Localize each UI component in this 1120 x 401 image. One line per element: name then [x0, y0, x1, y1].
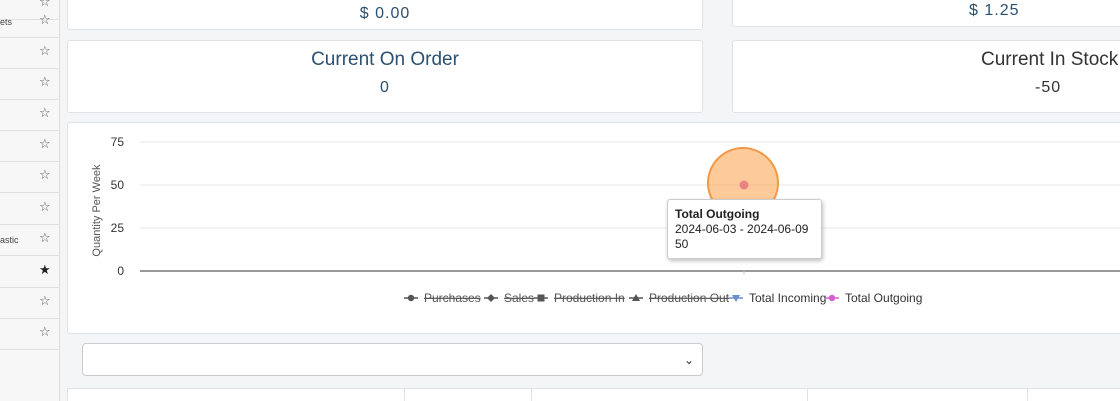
top-left-card: $ 0.00 — [67, 0, 703, 30]
y-tick-label: 25 — [111, 221, 125, 235]
sidebar-item-label: ets — [0, 17, 13, 27]
star-icon[interactable]: ☆ — [39, 45, 51, 58]
top-left-value: $ 0.00 — [359, 5, 411, 22]
y-tick-label: 50 — [111, 178, 125, 192]
tooltip-date-range: 2024-06-03 - 2024-06-09 — [675, 222, 809, 236]
star-icon[interactable]: ☆ — [39, 295, 51, 308]
legend-item-production-out[interactable]: Production Out — [649, 291, 730, 305]
star-icon[interactable]: ☆ — [39, 107, 51, 120]
column-divider — [404, 389, 405, 401]
data-table-header — [67, 388, 1120, 401]
tooltip-series-name: Total Outgoing — [675, 207, 760, 221]
on-order-title: Current On Order — [311, 49, 459, 70]
star-icon[interactable]: ☆ — [39, 14, 51, 27]
star-icon[interactable]: ☆ — [39, 232, 51, 245]
legend-item-total-incoming[interactable]: Total Incoming — [749, 291, 826, 305]
star-icon[interactable]: ☆ — [39, 169, 51, 182]
top-right-value: $ 1.25 — [969, 2, 1020, 19]
period-select[interactable]: ⌄ — [82, 343, 703, 376]
quantity-chart: 0 25 50 75 Quantity Per Week Purchases Sales Pr… — [91, 135, 1120, 305]
y-tick-label: 0 — [117, 264, 124, 278]
star-icon[interactable]: ☆ — [39, 138, 51, 151]
top-right-card: $ 1.25 — [732, 0, 1120, 27]
chart-tooltip: Total Outgoing 2024-06-03 - 2024-06-09 5… — [667, 199, 822, 259]
sidebar-item[interactable]: ets ☆ — [0, 7, 60, 38]
y-axis-label: Quantity Per Week — [91, 164, 103, 257]
quantity-chart-card: 0 25 50 75 Quantity Per Week Purchases Sales Pr… — [67, 122, 1120, 334]
y-tick-label: 75 — [111, 135, 125, 149]
sidebar-item[interactable]: ☆ — [0, 194, 60, 225]
sidebar-item[interactable]: ★ — [0, 257, 60, 288]
sidebar-item[interactable]: ☆ — [0, 288, 60, 319]
sidebar-item-label: astic — [0, 235, 19, 245]
legend-item-purchases[interactable]: Purchases — [424, 291, 481, 305]
sidebar-item[interactable]: astic ☆ — [0, 225, 60, 256]
column-divider — [531, 389, 532, 401]
column-divider — [807, 389, 808, 401]
star-icon[interactable]: ☆ — [39, 326, 51, 339]
sidebar-item[interactable]: ☆ — [0, 38, 60, 69]
sidebar-item[interactable]: ☆ — [0, 69, 60, 100]
sidebar-item[interactable]: ☆ — [0, 131, 60, 162]
sidebar-item[interactable]: ☆ — [0, 100, 60, 131]
column-divider — [1027, 389, 1028, 401]
in-stock-title: Current In Stock — [981, 49, 1119, 70]
on-order-value: 0 — [380, 79, 390, 96]
in-stock-value: -50 — [1035, 79, 1062, 96]
tooltip-value: 50 — [675, 237, 689, 251]
star-filled-icon[interactable]: ★ — [39, 264, 51, 277]
legend-item-sales[interactable]: Sales — [504, 291, 534, 305]
in-stock-card: Current In Stock -50 — [732, 40, 1120, 113]
legend-marker-purchases — [407, 294, 415, 302]
sidebar-item[interactable]: ☆ — [0, 162, 60, 193]
app-root: { "sidebar": { "items": [ {"label": "", … — [0, 0, 1120, 401]
legend-marker-sales — [487, 294, 495, 302]
legend-item-total-outgoing[interactable]: Total Outgoing — [845, 291, 922, 305]
star-icon[interactable]: ☆ — [39, 201, 51, 214]
legend-item-production-in[interactable]: Production In — [554, 291, 625, 305]
sidebar-item[interactable]: ☆ — [0, 319, 60, 350]
on-order-card: Current On Order 0 — [67, 40, 703, 113]
favorites-sidebar: ☆ ets ☆ ☆ ☆ ☆ ☆ ☆ ☆ astic ☆ ★ ☆ ☆ — [0, 0, 60, 401]
star-icon[interactable]: ☆ — [39, 76, 51, 89]
legend-marker-production-in — [537, 294, 545, 302]
legend-marker-total-outgoing — [828, 294, 836, 302]
chevron-down-icon: ⌄ — [683, 353, 694, 367]
